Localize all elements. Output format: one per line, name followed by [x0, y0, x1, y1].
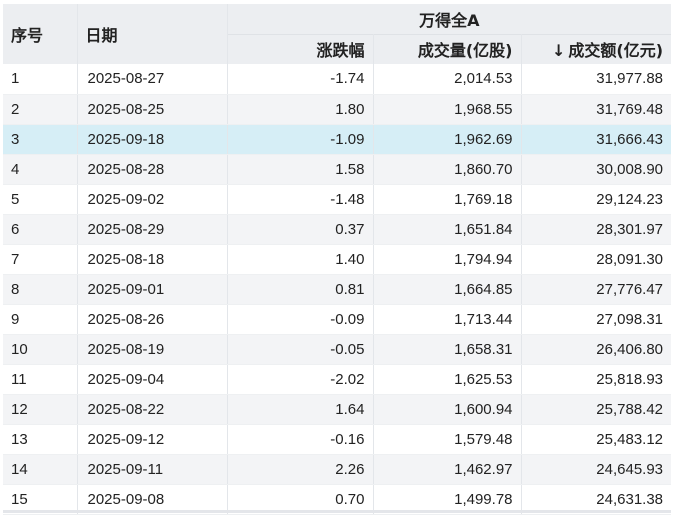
cell-volume: 1,794.94 — [373, 244, 522, 275]
column-header-date[interactable]: 日期 — [77, 4, 228, 64]
cell-amount: 25,483.12 — [521, 424, 672, 455]
cell-index: 1 — [3, 64, 78, 95]
cell-volume: 1,962.69 — [373, 124, 522, 155]
cell-date: 2025-08-19 — [77, 334, 228, 365]
cell-volume: 1,713.44 — [373, 304, 522, 335]
column-group-header: 万得全A — [227, 4, 672, 34]
column-header-change[interactable]: 涨跌幅 — [227, 33, 374, 64]
cell-date: 2025-09-12 — [77, 424, 228, 455]
table-row[interactable]: 1 2025-08-27 -1.74 2,014.53 31,977.88 — [3, 64, 672, 95]
sort-descending-icon: ↓ — [551, 41, 566, 61]
table-row[interactable]: 2 2025-08-25 1.80 1,968.55 31,769.48 — [3, 94, 672, 125]
cell-amount: 27,098.31 — [521, 304, 672, 335]
table-row[interactable]: 13 2025-09-12 -0.16 1,579.48 25,483.12 — [3, 424, 672, 455]
table-header: 序号 日期 万得全A 涨跌幅 成交量(亿股) ↓ 成交额(亿元) — [3, 4, 672, 64]
cell-amount: 30,008.90 — [521, 154, 672, 185]
cell-change: 2.26 — [227, 454, 374, 485]
cell-index: 5 — [3, 184, 78, 215]
cell-volume: 1,651.84 — [373, 214, 522, 245]
data-table: 序号 日期 万得全A 涨跌幅 成交量(亿股) ↓ 成交额(亿元) 1 2025-08… — [3, 4, 672, 515]
cell-amount: 31,977.88 — [521, 64, 672, 95]
cell-date: 2025-08-29 — [77, 214, 228, 245]
table-row[interactable]: 3 2025-09-18 -1.09 1,962.69 31,666.43 — [3, 124, 672, 155]
cell-date: 2025-08-26 — [77, 304, 228, 335]
data-table-panel: 序号 日期 万得全A 涨跌幅 成交量(亿股) ↓ 成交额(亿元) 1 2025-08… — [0, 0, 674, 515]
cell-date: 2025-09-01 — [77, 274, 228, 305]
cell-index: 14 — [3, 454, 78, 485]
cell-index: 4 — [3, 154, 78, 185]
cell-index: 12 — [3, 394, 78, 425]
cell-date: 2025-09-11 — [77, 454, 228, 485]
cell-volume: 1,664.85 — [373, 274, 522, 305]
cell-index: 9 — [3, 304, 78, 335]
cell-amount: 25,788.42 — [521, 394, 672, 425]
cell-amount: 28,091.30 — [521, 244, 672, 275]
cell-index: 11 — [3, 364, 78, 395]
cell-change: -0.09 — [227, 304, 374, 335]
table-row[interactable]: 12 2025-08-22 1.64 1,600.94 25,788.42 — [3, 394, 672, 425]
cell-amount: 28,301.97 — [521, 214, 672, 245]
cell-date: 2025-09-02 — [77, 184, 228, 215]
table-row[interactable]: 9 2025-08-26 -0.09 1,713.44 27,098.31 — [3, 304, 672, 335]
column-header-index[interactable]: 序号 — [3, 4, 78, 64]
cell-amount: 25,818.93 — [521, 364, 672, 395]
cell-change: -2.02 — [227, 364, 374, 395]
cell-change: 0.37 — [227, 214, 374, 245]
table-row[interactable]: 11 2025-09-04 -2.02 1,625.53 25,818.93 — [3, 364, 672, 395]
cell-date: 2025-08-27 — [77, 64, 228, 95]
cell-volume: 1,625.53 — [373, 364, 522, 395]
column-header-volume[interactable]: 成交量(亿股) — [373, 33, 522, 64]
table-row[interactable]: 14 2025-09-11 2.26 1,462.97 24,645.93 — [3, 454, 672, 485]
cell-volume: 1,658.31 — [373, 334, 522, 365]
cell-change: -1.09 — [227, 124, 374, 155]
column-header-amount-label: 成交额(亿元) — [568, 41, 664, 61]
cell-date: 2025-08-22 — [77, 394, 228, 425]
cell-amount: 26,406.80 — [521, 334, 672, 365]
cell-change: -0.05 — [227, 334, 374, 365]
cell-date: 2025-09-04 — [77, 364, 228, 395]
table-row[interactable]: 10 2025-08-19 -0.05 1,658.31 26,406.80 — [3, 334, 672, 365]
cell-index: 2 — [3, 94, 78, 125]
cell-volume: 1,769.18 — [373, 184, 522, 215]
horizontal-scrollbar[interactable] — [3, 510, 671, 513]
cell-index: 10 — [3, 334, 78, 365]
cell-amount: 24,645.93 — [521, 454, 672, 485]
cell-amount: 31,666.43 — [521, 124, 672, 155]
cell-change: 1.40 — [227, 244, 374, 275]
cell-change: 1.64 — [227, 394, 374, 425]
table-row[interactable]: 4 2025-08-28 1.58 1,860.70 30,008.90 — [3, 154, 672, 185]
table-row[interactable]: 8 2025-09-01 0.81 1,664.85 27,776.47 — [3, 274, 672, 305]
table-body: 1 2025-08-27 -1.74 2,014.53 31,977.88 2 2025-0… — [3, 64, 672, 515]
cell-amount: 29,124.23 — [521, 184, 672, 215]
cell-index: 13 — [3, 424, 78, 455]
cell-index: 8 — [3, 274, 78, 305]
cell-index: 3 — [3, 124, 78, 155]
cell-volume: 1,968.55 — [373, 94, 522, 125]
cell-date: 2025-09-18 — [77, 124, 228, 155]
table-row[interactable]: 7 2025-08-18 1.40 1,794.94 28,091.30 — [3, 244, 672, 275]
cell-index: 7 — [3, 244, 78, 275]
cell-volume: 1,860.70 — [373, 154, 522, 185]
cell-amount: 31,769.48 — [521, 94, 672, 125]
cell-change: 1.80 — [227, 94, 374, 125]
cell-change: -1.74 — [227, 64, 374, 95]
column-header-amount[interactable]: ↓ 成交额(亿元) — [521, 33, 672, 64]
cell-volume: 1,579.48 — [373, 424, 522, 455]
table-row[interactable]: 6 2025-08-29 0.37 1,651.84 28,301.97 — [3, 214, 672, 245]
cell-amount: 27,776.47 — [521, 274, 672, 305]
table-row[interactable]: 5 2025-09-02 -1.48 1,769.18 29,124.23 — [3, 184, 672, 215]
cell-volume: 2,014.53 — [373, 64, 522, 95]
cell-change: 0.81 — [227, 274, 374, 305]
cell-change: -1.48 — [227, 184, 374, 215]
cell-change: 1.58 — [227, 154, 374, 185]
cell-date: 2025-08-18 — [77, 244, 228, 275]
cell-date: 2025-08-25 — [77, 94, 228, 125]
cell-volume: 1,600.94 — [373, 394, 522, 425]
cell-date: 2025-08-28 — [77, 154, 228, 185]
cell-index: 6 — [3, 214, 78, 245]
cell-volume: 1,462.97 — [373, 454, 522, 485]
cell-change: -0.16 — [227, 424, 374, 455]
